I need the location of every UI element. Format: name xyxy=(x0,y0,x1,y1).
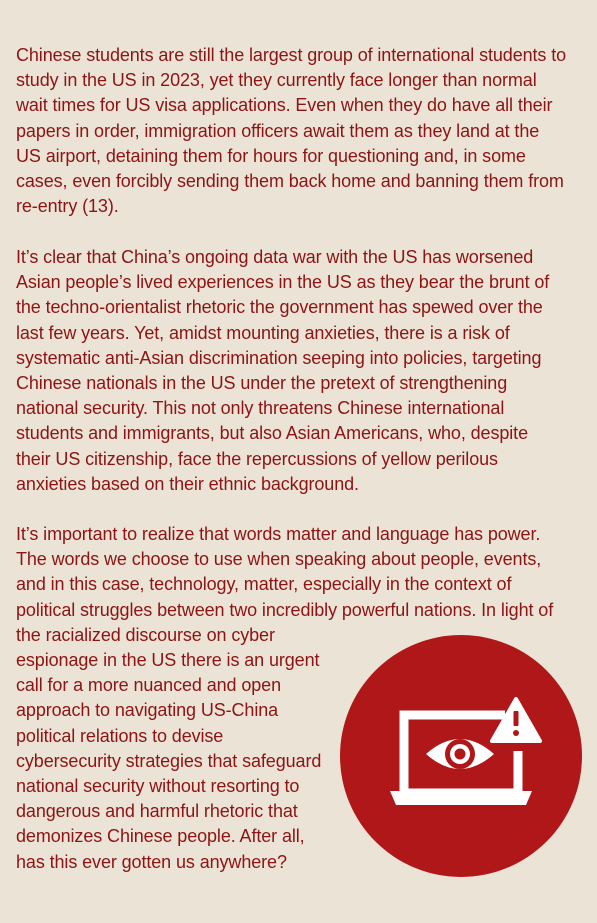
text-line: Chinese students are still the largest g… xyxy=(16,45,567,65)
text-line: political struggles between two incredib… xyxy=(16,599,554,620)
paragraph-data-war: It’s clear that China’s ongoing data war… xyxy=(16,245,549,497)
text-line: papers in order, immigration officers aw… xyxy=(16,120,540,141)
surveillance-illustration xyxy=(340,635,582,877)
text-line: The words we choose to use when speaking… xyxy=(16,549,542,570)
text-line: their US citizenship, face the repercuss… xyxy=(16,448,498,469)
text-line: US airport, detaining them for hours for… xyxy=(16,145,526,166)
text-line: cases, even forcibly sending them back h… xyxy=(16,171,564,192)
text-line: the techno-orientalist rhetoric the gove… xyxy=(16,297,543,318)
text-line: Chinese nationals in the US under the pr… xyxy=(16,373,508,394)
text-line: anxieties based on their ethnic backgrou… xyxy=(16,473,359,494)
warning-exclamation-bar-icon xyxy=(513,711,519,726)
text-line: It’s clear that China’s ongoing data war… xyxy=(16,247,534,267)
text-line: last few years. Yet, amidst mounting anx… xyxy=(16,322,510,343)
warning-exclamation-dot-icon xyxy=(513,730,519,736)
text-line: systematic anti-Asian discrimination see… xyxy=(16,347,542,368)
text-line: study in the US in 2023, yet they curren… xyxy=(16,70,537,91)
text-line: and in this case, technology, matter, es… xyxy=(16,574,512,595)
eye-pupil-icon xyxy=(454,748,466,760)
paragraph-visa-delays: Chinese students are still the largest g… xyxy=(16,43,566,219)
text-line: Asian people’s lived experiences in the … xyxy=(16,272,550,293)
text-line: wait times for US visa applications. Eve… xyxy=(16,95,553,116)
text-line: re-entry (13). xyxy=(16,196,119,217)
text-line: It’s important to realize that words mat… xyxy=(16,524,541,544)
article-page: Chinese students are still the largest g… xyxy=(0,0,597,923)
laptop-surveillance-eye-warning-icon xyxy=(340,635,582,877)
laptop-base-icon xyxy=(390,791,532,805)
text-line: students and immigrants, but also Asian … xyxy=(16,423,528,444)
text-line: national security. This not only threate… xyxy=(16,398,505,419)
